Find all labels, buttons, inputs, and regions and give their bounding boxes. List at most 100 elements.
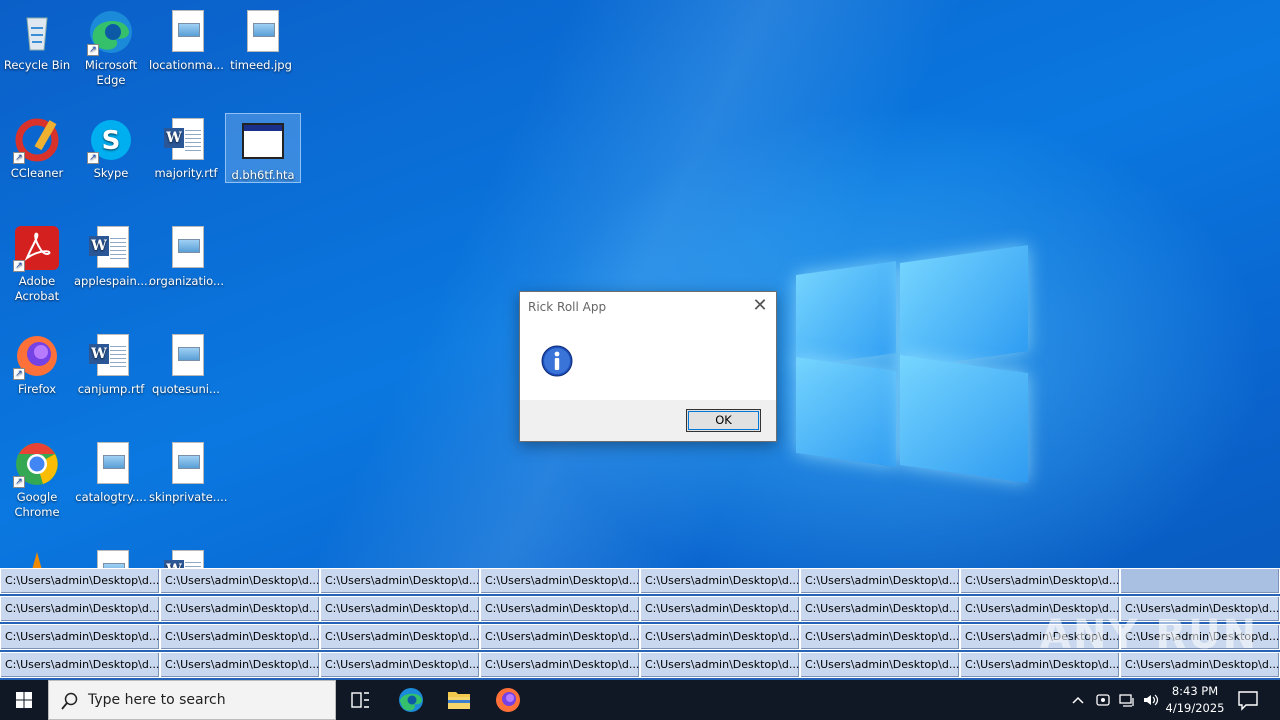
window-button[interactable]: C:\Users\admin\Desktop\d... bbox=[480, 568, 640, 594]
icon-label: skinprivate.... bbox=[149, 490, 228, 504]
word-document-icon: W bbox=[87, 332, 135, 380]
window-button[interactable]: C:\Users\admin\Desktop\d... bbox=[800, 596, 960, 622]
desktop-icon-timeed[interactable]: timeed.jpg bbox=[224, 4, 298, 73]
taskbar-search-box[interactable]: Type here to search bbox=[48, 680, 336, 720]
icon-label: catalogtry.... bbox=[75, 490, 147, 504]
image-file-icon bbox=[87, 440, 135, 488]
desktop-icon-majority[interactable]: W majority.rtf bbox=[149, 112, 223, 181]
clock-time: 8:43 PM bbox=[1171, 684, 1219, 698]
ccleaner-icon: ↗ bbox=[13, 116, 61, 164]
window-button[interactable]: C:\Users\admin\Desktop\d... bbox=[800, 652, 960, 678]
ok-button[interactable]: OK bbox=[686, 409, 761, 432]
window-button[interactable]: C:\Users\admin\Desktop\d... bbox=[0, 652, 160, 678]
window-button[interactable]: C:\Users\admin\Desktop\d... bbox=[320, 624, 480, 650]
desktop-icon-organizatio[interactable]: organizatio... bbox=[149, 220, 224, 289]
window-button[interactable]: C:\Users\admin\Desktop\d... bbox=[480, 596, 640, 622]
chevron-up-icon[interactable] bbox=[1068, 690, 1088, 710]
desktop-icon-firefox[interactable]: ↗ Firefox bbox=[0, 328, 74, 397]
close-icon[interactable]: ✕ bbox=[750, 297, 770, 317]
desktop-icon-recycle-bin[interactable]: Recycle Bin bbox=[0, 4, 74, 73]
icon-label: organizatio... bbox=[149, 274, 224, 288]
window-button[interactable]: C:\Users\admin\Desktop\d... bbox=[640, 624, 800, 650]
window-button[interactable]: C:\Users\admin\Desktop\d... bbox=[960, 568, 1120, 594]
window-button[interactable]: C:\Users\admin\Desktop\d... bbox=[160, 624, 320, 650]
hta-application-icon bbox=[239, 118, 287, 166]
information-icon bbox=[541, 345, 573, 377]
start-button[interactable] bbox=[0, 680, 48, 720]
window-button[interactable]: C:\Users\admin\Desktop\d... bbox=[480, 652, 640, 678]
desktop-icon-microsoft-edge[interactable]: ↗ Microsoft Edge bbox=[74, 4, 148, 88]
edge-icon: ↗ bbox=[87, 8, 135, 56]
desktop-icon-catalogtry[interactable]: catalogtry.... bbox=[74, 436, 148, 505]
desktop-icon-applespain[interactable]: W applespain.... bbox=[74, 220, 152, 289]
desktop-icon-canjump[interactable]: W canjump.rtf bbox=[74, 328, 148, 397]
network-icon[interactable] bbox=[1117, 690, 1137, 710]
desktop-icon-hta-selected[interactable]: d.bh6tf.hta bbox=[225, 113, 301, 183]
desktop-icon-quotesuni[interactable]: quotesuni... bbox=[149, 328, 223, 397]
window-button-empty[interactable] bbox=[1120, 568, 1280, 594]
svg-text:S: S bbox=[102, 126, 121, 156]
window-button[interactable]: C:\Users\admin\Desktop\d... bbox=[640, 568, 800, 594]
desktop-icon-locationma[interactable]: locationma... bbox=[149, 4, 224, 73]
dialog-body bbox=[520, 322, 776, 401]
icon-label: applespain.... bbox=[74, 274, 152, 288]
meet-now-icon[interactable] bbox=[1093, 690, 1113, 710]
window-button[interactable]: C:\Users\admin\Desktop\d... bbox=[320, 596, 480, 622]
chrome-icon: ↗ bbox=[13, 440, 61, 488]
icon-label: Adobe Acrobat bbox=[14, 274, 60, 303]
recycle-bin-icon bbox=[13, 8, 61, 56]
window-button[interactable]: C:\Users\admin\Desktop\d... bbox=[0, 596, 160, 622]
taskbar-file-explorer-button[interactable] bbox=[435, 680, 483, 720]
window-button[interactable]: C:\Users\admin\Desktop\d... bbox=[640, 652, 800, 678]
firefox-icon: ↗ bbox=[13, 332, 61, 380]
windows-start-icon bbox=[16, 692, 32, 708]
dialog-footer: OK bbox=[520, 400, 776, 441]
dialog-title: Rick Roll App bbox=[528, 300, 607, 314]
icon-label: timeed.jpg bbox=[230, 58, 292, 72]
desktop-icon-ccleaner[interactable]: ↗ CCleaner bbox=[0, 112, 74, 181]
icon-label: canjump.rtf bbox=[77, 382, 145, 396]
task-view-button[interactable] bbox=[336, 680, 384, 720]
anyrun-watermark: ANY RUN bbox=[1040, 612, 1259, 658]
taskbar-edge-button[interactable] bbox=[387, 680, 435, 720]
window-button[interactable]: C:\Users\admin\Desktop\d... bbox=[160, 596, 320, 622]
icon-label: Skype bbox=[93, 166, 129, 180]
icon-label: d.bh6tf.hta bbox=[231, 168, 295, 182]
window-button[interactable]: C:\Users\admin\Desktop\d... bbox=[800, 568, 960, 594]
word-document-icon: W bbox=[162, 116, 210, 164]
image-file-icon bbox=[162, 332, 210, 380]
window-button[interactable]: C:\Users\admin\Desktop\d... bbox=[320, 652, 480, 678]
window-button[interactable]: C:\Users\admin\Desktop\d... bbox=[0, 568, 160, 594]
icon-label: Google Chrome bbox=[14, 490, 60, 519]
dialog-titlebar[interactable]: Rick Roll App ✕ bbox=[520, 292, 776, 322]
taskbar: Type here to search 8:43 PM 4/19/2025 bbox=[0, 680, 1280, 720]
taskbar-firefox-button[interactable] bbox=[484, 680, 532, 720]
icon-label: Recycle Bin bbox=[3, 58, 71, 72]
system-clock[interactable]: 8:43 PM 4/19/2025 bbox=[1160, 683, 1230, 717]
window-button[interactable]: C:\Users\admin\Desktop\d... bbox=[320, 568, 480, 594]
window-button[interactable]: C:\Users\admin\Desktop\d... bbox=[0, 624, 160, 650]
volume-icon[interactable] bbox=[1141, 690, 1161, 710]
icon-label: majority.rtf bbox=[154, 166, 218, 180]
image-file-icon bbox=[162, 8, 210, 56]
window-button[interactable]: C:\Users\admin\Desktop\d... bbox=[800, 624, 960, 650]
skype-icon: S ↗ bbox=[87, 116, 135, 164]
window-button[interactable]: C:\Users\admin\Desktop\d... bbox=[160, 568, 320, 594]
adobe-acrobat-icon: ↗ bbox=[13, 224, 61, 272]
desktop-icon-adobe-acrobat[interactable]: ↗ Adobe Acrobat bbox=[0, 220, 74, 304]
icon-label: Firefox bbox=[17, 382, 57, 396]
search-icon bbox=[61, 692, 78, 710]
icon-label: quotesuni... bbox=[152, 382, 220, 396]
word-document-icon: W bbox=[87, 224, 135, 272]
firefox-icon bbox=[496, 688, 520, 712]
window-button[interactable]: C:\Users\admin\Desktop\d... bbox=[160, 652, 320, 678]
desktop-icon-skype[interactable]: S ↗ Skype bbox=[74, 112, 148, 181]
desktop-icon-google-chrome[interactable]: ↗ Google Chrome bbox=[0, 436, 74, 520]
notification-center-icon[interactable] bbox=[1236, 688, 1260, 712]
folder-icon bbox=[448, 692, 470, 709]
desktop-icon-skinprivate[interactable]: skinprivate.... bbox=[149, 436, 228, 505]
icon-label: CCleaner bbox=[10, 166, 64, 180]
window-button[interactable]: C:\Users\admin\Desktop\d... bbox=[640, 596, 800, 622]
window-button[interactable]: C:\Users\admin\Desktop\d... bbox=[480, 624, 640, 650]
icon-label: locationma... bbox=[149, 58, 224, 72]
